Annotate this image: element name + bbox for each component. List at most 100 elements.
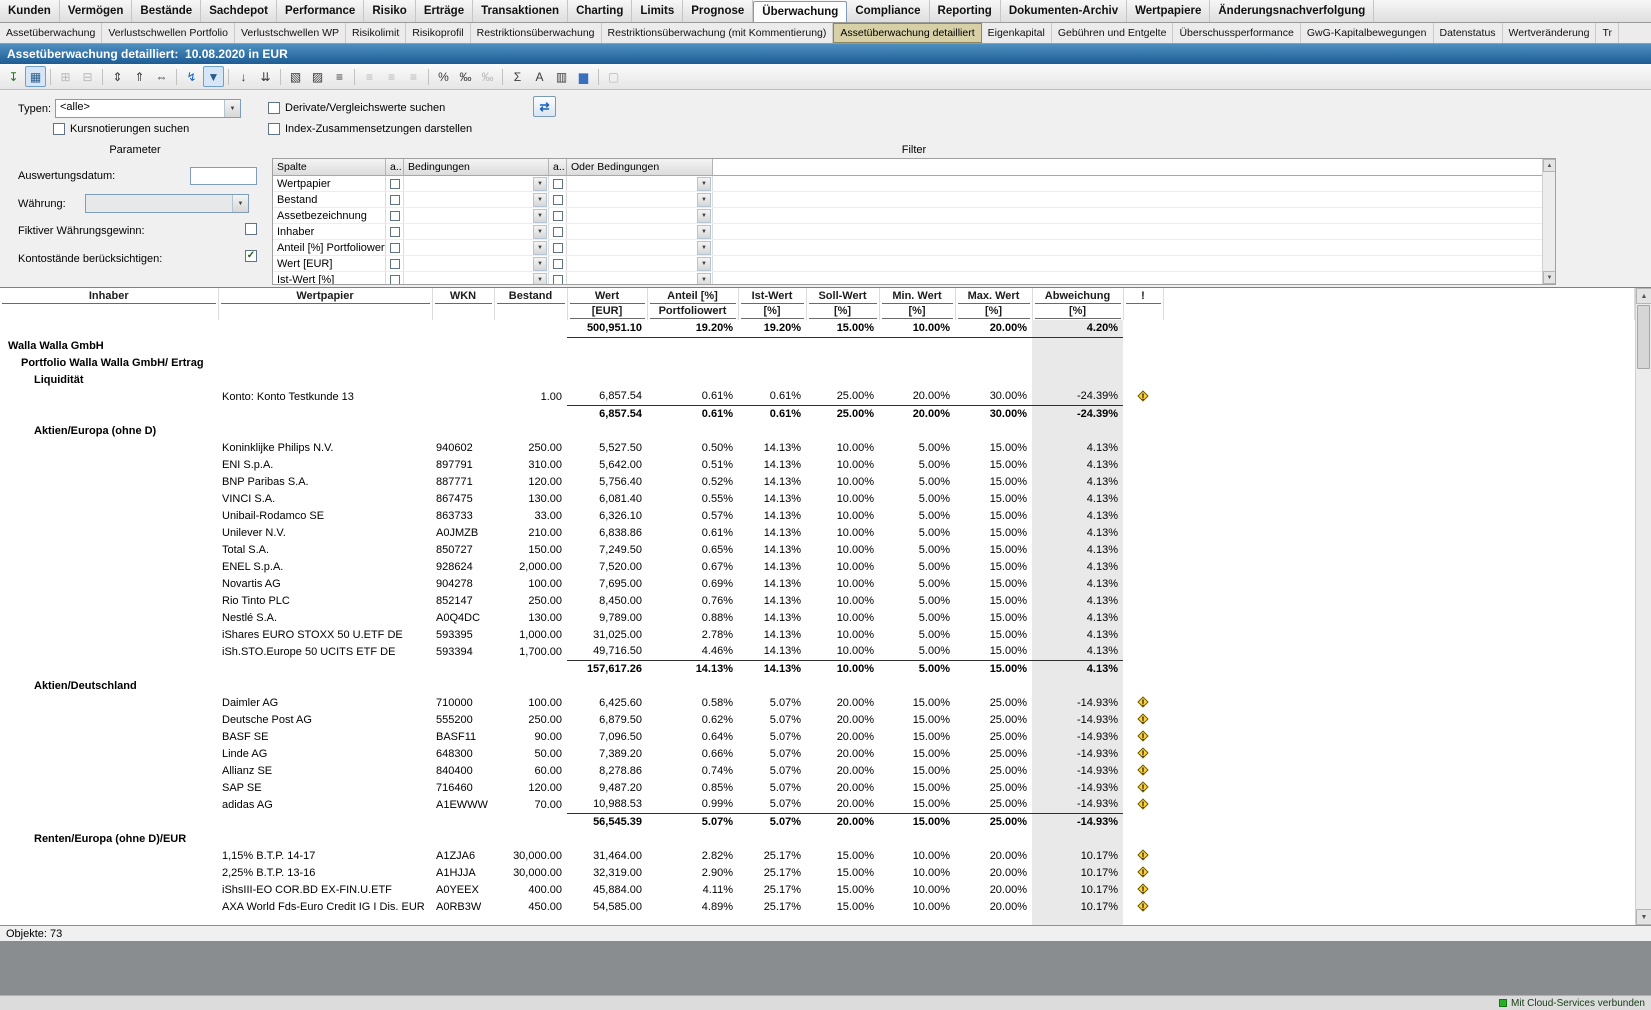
filter-checkbox[interactable] <box>553 243 563 253</box>
subtab-restriktionsueberwachung[interactable]: Restriktionsüberwachung <box>471 23 602 43</box>
table-row[interactable]: ENEL S.p.A.9286242,000.007,520.000.67%14… <box>0 558 1635 575</box>
filter-condition-select[interactable]: ▼ <box>404 176 549 191</box>
filter-checkbox[interactable] <box>390 211 400 221</box>
fit-columns-icon[interactable]: ⇔ <box>151 66 172 87</box>
scroll-up-icon[interactable]: ▲ <box>1543 159 1556 172</box>
sort-ascending-icon[interactable]: ↓ <box>233 66 254 87</box>
chevron-down-icon[interactable]: ▼ <box>224 100 240 117</box>
filter-checkbox[interactable] <box>390 227 400 237</box>
col-header-wkn[interactable]: WKN <box>432 288 494 320</box>
columns-icon[interactable]: ▥ <box>551 66 572 87</box>
filter-checkbox[interactable] <box>390 195 400 205</box>
table-row[interactable]: Linde AG64830050.007,389.200.66%5.07%20.… <box>0 745 1635 762</box>
table-row[interactable]: AXA World Fds-Euro Credit IG I Dis. EURA… <box>0 898 1635 915</box>
chevron-down-icon[interactable]: ▼ <box>533 225 547 239</box>
align-right-icon[interactable]: ≡ <box>403 66 424 87</box>
subtab-datenstatus[interactable]: Datenstatus <box>1434 23 1503 43</box>
chevron-down-icon[interactable]: ▼ <box>697 193 711 207</box>
filter-condition-select[interactable]: ▼ <box>567 208 713 223</box>
chart-icon[interactable]: ▆ <box>573 66 594 87</box>
table-row[interactable]: Total S.A.850727150.007,249.500.65%14.13… <box>0 541 1635 558</box>
filter-checkbox[interactable] <box>390 243 400 253</box>
refresh-button[interactable]: ⇄ <box>533 96 556 117</box>
filter-checkbox[interactable] <box>390 259 400 269</box>
menu-tab-reporting[interactable]: Reporting <box>930 0 1001 22</box>
paste-icon[interactable]: ⊟ <box>77 66 98 87</box>
table-row[interactable]: Daimler AG710000100.006,425.600.58%5.07%… <box>0 694 1635 711</box>
refresh-icon[interactable]: ↯ <box>181 66 202 87</box>
expand-all-icon[interactable]: ⇕ <box>107 66 128 87</box>
filter-condition-select[interactable]: ▼ <box>404 224 549 239</box>
filter-condition-select[interactable]: ▼ <box>567 224 713 239</box>
index-checkbox[interactable] <box>268 123 280 135</box>
decimals-increase-icon[interactable]: ‰ <box>455 66 476 87</box>
filter-condition-select[interactable]: ▼ <box>567 176 713 191</box>
subtab-restriktionsueberwachung-mit-kommentierung[interactable]: Restriktionsüberwachung (mit Kommentieru… <box>602 23 834 43</box>
filter-condition-select[interactable]: ▼ <box>404 240 549 255</box>
table-layout-icon[interactable]: ▦ <box>25 66 46 87</box>
table-row[interactable]: Rio Tinto PLC852147250.008,450.000.76%14… <box>0 592 1635 609</box>
col-header-abweichung[interactable]: Abweichung[%] <box>1032 288 1123 320</box>
align-left-icon[interactable]: ≡ <box>359 66 380 87</box>
table-row[interactable]: Konto: Konto Testkunde 131.006,857.540.6… <box>0 388 1635 405</box>
menu-tab-prognose[interactable]: Prognose <box>683 0 753 22</box>
scroll-down-icon[interactable]: ▼ <box>1543 271 1556 284</box>
table-row[interactable]: BASF SEBASF1190.007,096.500.64%5.07%20.0… <box>0 728 1635 745</box>
menu-tab-dokumenten-archiv[interactable]: Dokumenten-Archiv <box>1001 0 1127 22</box>
col-header-inhaber[interactable]: Inhaber <box>0 288 218 320</box>
table-row[interactable]: Unibail-Rodamco SE86373333.006,326.100.5… <box>0 507 1635 524</box>
lock-icon[interactable]: ▢ <box>603 66 624 87</box>
table-row[interactable]: SAP SE716460120.009,487.200.85%5.07%20.0… <box>0 779 1635 796</box>
col-header-soll-wert[interactable]: Soll-Wert[%] <box>806 288 879 320</box>
scroll-down-icon[interactable]: ▼ <box>1636 909 1651 925</box>
collapse-all-icon[interactable]: ⇑ <box>129 66 150 87</box>
vertical-scrollbar[interactable]: ▲ ▼ <box>1635 288 1651 925</box>
menu-tab-kunden[interactable]: Kunden <box>0 0 60 22</box>
scrollbar-thumb[interactable] <box>1637 305 1650 369</box>
table-row[interactable]: Novartis AG904278100.007,695.000.69%14.1… <box>0 575 1635 592</box>
filter-checkbox[interactable] <box>390 179 400 189</box>
filter-condition-select[interactable]: ▼ <box>404 272 549 285</box>
subtab-gebuehren-und-entgelte[interactable]: Gebühren und Entgelte <box>1052 23 1174 43</box>
filter-condition-select[interactable]: ▼ <box>567 272 713 285</box>
table-row[interactable]: ENI S.p.A.897791310.005,642.000.51%14.13… <box>0 456 1635 473</box>
menu-tab-vermoegen[interactable]: Vermögen <box>60 0 133 22</box>
filter-condition-select[interactable]: ▼ <box>404 192 549 207</box>
filter-icon[interactable]: ▼ <box>203 66 224 87</box>
chevron-down-icon[interactable]: ▼ <box>697 257 711 271</box>
table-row[interactable]: 1,15% B.T.P. 14-17A1ZJA630,000.0031,464.… <box>0 847 1635 864</box>
chevron-down-icon[interactable]: ▼ <box>533 193 547 207</box>
filter-checkbox[interactable] <box>553 275 563 285</box>
align-center-icon[interactable]: ≡ <box>381 66 402 87</box>
filter-condition-select[interactable]: ▼ <box>404 208 549 223</box>
menu-tab-risiko[interactable]: Risiko <box>364 0 416 22</box>
menu-tab-compliance[interactable]: Compliance <box>847 0 929 22</box>
typen-select[interactable]: <alle> ▼ <box>55 99 241 118</box>
table-row[interactable]: VINCI S.A.867475130.006,081.400.55%14.13… <box>0 490 1635 507</box>
table-row[interactable]: Deutsche Post AG555200250.006,879.500.62… <box>0 711 1635 728</box>
kursnotierungen-checkbox[interactable] <box>53 123 65 135</box>
col-header-warn[interactable]: ! <box>1123 288 1163 320</box>
pivot-icon[interactable]: ▨ <box>307 66 328 87</box>
table-row[interactable]: adidas AGA1EWWW70.0010,988.530.99%5.07%2… <box>0 796 1635 813</box>
col-header-wertpapier[interactable]: Wertpapier <box>218 288 432 320</box>
col-header-min-wert[interactable]: Min. Wert[%] <box>879 288 955 320</box>
menu-tab-wertpapiere[interactable]: Wertpapiere <box>1127 0 1210 22</box>
chevron-down-icon[interactable]: ▼ <box>697 273 711 286</box>
table-row[interactable]: Unilever N.V.A0JMZB210.006,838.860.61%14… <box>0 524 1635 541</box>
group-columns-icon[interactable]: ▧ <box>285 66 306 87</box>
table-row[interactable]: Koninklijke Philips N.V.940602250.005,52… <box>0 439 1635 456</box>
filter-condition-select[interactable]: ▼ <box>567 192 713 207</box>
kontostaende-checkbox[interactable] <box>245 250 257 262</box>
menu-tab-transaktionen[interactable]: Transaktionen <box>473 0 568 22</box>
table-row[interactable]: Allianz SE84040060.008,278.860.74%5.07%2… <box>0 762 1635 779</box>
menu-tab-performance[interactable]: Performance <box>277 0 364 22</box>
menu-tab-limits[interactable]: Limits <box>632 0 683 22</box>
sort-descending-icon[interactable]: ⇊ <box>255 66 276 87</box>
chevron-down-icon[interactable]: ▼ <box>697 241 711 255</box>
chevron-down-icon[interactable]: ▼ <box>533 241 547 255</box>
col-header-wert[interactable]: Wert[EUR] <box>567 288 647 320</box>
chevron-down-icon[interactable]: ▼ <box>533 177 547 191</box>
rows-icon[interactable]: ≡ <box>329 66 350 87</box>
filter-condition-select[interactable]: ▼ <box>567 240 713 255</box>
